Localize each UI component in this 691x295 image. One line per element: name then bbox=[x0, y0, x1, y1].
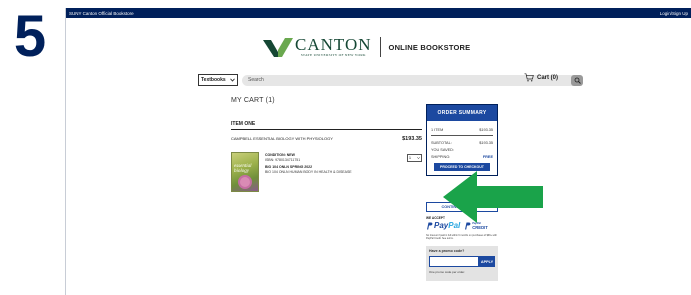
search-icon bbox=[574, 77, 581, 84]
cart-item: ITEM ONE CAMPBELL ESSENTIAL BIOLOGY WITH… bbox=[231, 121, 422, 192]
promo-row: APPLY bbox=[429, 256, 495, 267]
item-course-desc: BIO 104 ONLN HUMAN BODY IN HEALTH & DISE… bbox=[265, 169, 352, 174]
summary-subtotal-row: SUBTOTAL: $193.35 bbox=[427, 140, 497, 146]
item-price: $193.35 bbox=[402, 136, 422, 142]
summary-shipping-value: FREE bbox=[482, 155, 493, 159]
summary-saved-label: YOU SAVED: bbox=[431, 148, 454, 152]
summary-shipping-label: SHIPPING: bbox=[431, 155, 451, 159]
item-details: CONDITION: NEW ISBN: 9780134711751 BIO 1… bbox=[265, 152, 352, 192]
summary-items-value: $193.35 bbox=[479, 128, 493, 132]
item-heading: ITEM ONE bbox=[231, 121, 422, 130]
paypal-logo-icon bbox=[427, 222, 433, 229]
category-select[interactable]: Textbooks bbox=[198, 74, 238, 86]
apply-button[interactable]: APPLY bbox=[479, 256, 495, 267]
cart-label: Cart (0) bbox=[537, 74, 559, 81]
summary-shipping-row: SHIPPING: FREE bbox=[427, 154, 497, 160]
paypal-credit-note: No Interest if paid in full within 6 mon… bbox=[426, 234, 497, 240]
store-title-link[interactable]: SUNY Canton Official Bookstore bbox=[69, 11, 134, 16]
promo-code-box: Have a promo code? APPLY One promo code … bbox=[426, 246, 498, 281]
online-bookstore-label: ONLINE BOOKSTORE bbox=[388, 42, 471, 52]
quantity-select[interactable]: 1 bbox=[407, 154, 422, 162]
summary-items-label: 1 ITEM bbox=[431, 128, 444, 132]
quantity-value: 1 bbox=[409, 156, 411, 160]
canton-wordmark: CANTON STATE UNIVERSITY OF NEW YORK bbox=[295, 35, 372, 57]
book-cover-title: essential biology bbox=[234, 164, 252, 174]
chevron-down-icon bbox=[417, 157, 420, 159]
summary-saved-row: YOU SAVED: bbox=[427, 147, 497, 153]
login-signup-link[interactable]: Login/Sign Up bbox=[660, 11, 688, 16]
top-bar: SUNY Canton Official Bookstore Login/Sig… bbox=[66, 8, 691, 18]
summary-subtotal-value: $193.35 bbox=[479, 141, 493, 145]
summary-subtotal-label: SUBTOTAL: bbox=[431, 141, 452, 145]
right-pointing-arrow-icon bbox=[443, 171, 543, 223]
page-title: MY CART (1) bbox=[231, 97, 275, 104]
category-value: Textbooks bbox=[201, 77, 226, 83]
summary-items-row: 1 ITEM $193.35 bbox=[431, 128, 493, 136]
search-placeholder: Search bbox=[248, 77, 264, 83]
search-button[interactable] bbox=[571, 74, 583, 86]
canton-name: CANTON bbox=[295, 35, 372, 54]
brand-divider bbox=[379, 37, 381, 57]
book-cover-image[interactable]: essential biology bbox=[231, 152, 259, 192]
canton-logo-icon bbox=[263, 38, 293, 57]
canton-tagline: STATE UNIVERSITY OF NEW YORK bbox=[300, 53, 366, 57]
item-isbn: ISBN: 9780134711751 bbox=[265, 157, 301, 162]
order-summary-header: ORDER SUMMARY bbox=[427, 105, 497, 121]
cart-link[interactable]: Cart (0) bbox=[524, 73, 558, 82]
bookstore-screenshot: SUNY Canton Official Bookstore Login/Sig… bbox=[65, 8, 691, 295]
promo-code-input[interactable] bbox=[429, 256, 479, 267]
order-summary: ORDER SUMMARY 1 ITEM $193.35 SUBTOTAL: $… bbox=[426, 104, 498, 176]
paypal-credit-bottom: CREDIT bbox=[472, 224, 488, 230]
item-body: essential biology CONDITION: NEW ISBN: 9… bbox=[231, 152, 422, 192]
brand-header[interactable]: CANTON STATE UNIVERSITY OF NEW YORK ONLI… bbox=[261, 34, 497, 60]
book-cover-flower bbox=[240, 177, 250, 187]
item-title-row: CAMPBELL ESSENTIAL BIOLOGY WITH PHYSIOLO… bbox=[231, 136, 422, 142]
item-title: CAMPBELL ESSENTIAL BIOLOGY WITH PHYSIOLO… bbox=[231, 136, 333, 141]
cart-icon bbox=[524, 73, 534, 82]
chevron-down-icon bbox=[230, 78, 235, 82]
promo-note: One promo code per order. bbox=[429, 270, 466, 274]
step-number: 5 bbox=[13, 4, 47, 69]
promo-title: Have a promo code? bbox=[429, 249, 465, 253]
